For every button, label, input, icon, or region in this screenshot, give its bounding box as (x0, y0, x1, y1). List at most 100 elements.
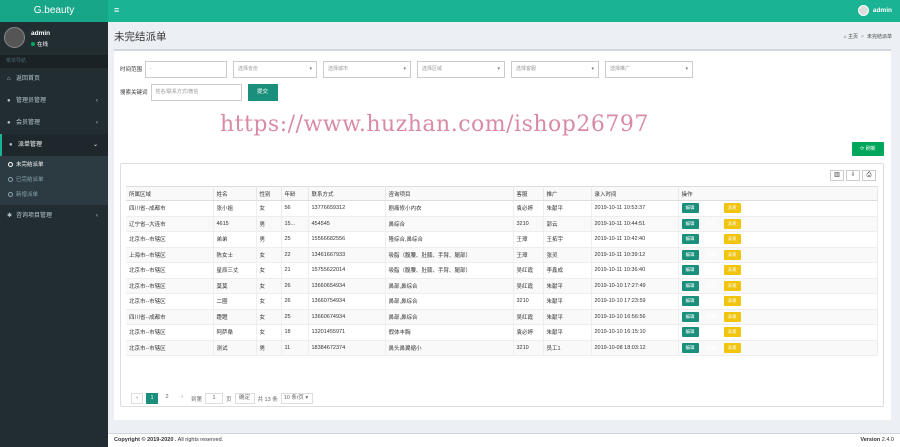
app-logo[interactable]: G.beauty (0, 0, 108, 22)
table-cell: 北京市--市辖区 (126, 278, 214, 294)
dispatch-button[interactable]: 派发 (723, 296, 741, 307)
print-icon[interactable]: ⎙ (862, 170, 876, 181)
delete-button[interactable]: 删除 (703, 296, 720, 306)
table-cell: 朱献平 (543, 278, 592, 294)
table-cell: 女 (256, 262, 282, 279)
keyword-input[interactable]: 姓名/联系方式/微信 (150, 83, 242, 101)
sidebar-item-label: 管理员管理 (16, 98, 47, 104)
table-cell: 2019-10-11 10:36:40 (591, 262, 679, 279)
goto-confirm-button[interactable]: 确定 (234, 393, 255, 404)
delete-button[interactable]: 删除 (703, 219, 720, 229)
menu-toggle-icon[interactable]: ≡ (114, 5, 119, 15)
goto-page-input[interactable]: 1 (205, 393, 224, 404)
columns-icon[interactable]: ▥ (830, 170, 844, 181)
delete-button[interactable]: 删除 (703, 250, 720, 260)
submit-button[interactable]: 提交 (247, 83, 278, 101)
district-select[interactable]: 选择区域 ▾ (417, 60, 506, 78)
table-cell: 13201455971 (308, 324, 386, 341)
chevron-left-icon: ‹ (96, 98, 98, 104)
breadcrumb-separator: > (861, 34, 864, 40)
table-cell: 辽宁省--大连市 (126, 216, 214, 232)
top-navbar: ≡ admin (108, 0, 900, 22)
time-range-input[interactable]: - (145, 60, 228, 78)
total-count: 共 13 条 (257, 396, 278, 403)
sidebar-item-home[interactable]: ⌂ 返回首页 (0, 68, 108, 90)
page-size-select[interactable]: 10 条/页 ▾ (280, 393, 313, 404)
edit-button[interactable]: 编辑 (681, 218, 699, 229)
dispatch-button[interactable]: 派发 (723, 311, 741, 322)
delete-button[interactable]: 删除 (703, 203, 720, 213)
dispatch-button[interactable]: 派发 (723, 280, 741, 291)
dispatch-button[interactable]: 派发 (723, 234, 741, 245)
delete-button[interactable]: 删除 (703, 327, 720, 337)
copyright: Copyright © 2019-2020 . All rights reser… (114, 434, 223, 447)
service-select[interactable]: 选择客服 ▾ (511, 60, 600, 78)
city-select[interactable]: 选择城市 ▾ (323, 60, 412, 78)
table-cell: 13776659312 (308, 200, 386, 217)
edit-button[interactable]: 编辑 (681, 311, 699, 322)
dispatch-button[interactable]: 派发 (723, 203, 741, 214)
col-service[interactable]: 客服 (513, 186, 544, 201)
table-cell: 莫莫 (213, 278, 257, 294)
table-cell: 四川省--成都市 (126, 200, 214, 217)
page-unit-label: 页 (226, 396, 232, 403)
col-contact[interactable]: 联系方式 (308, 186, 386, 201)
edit-button[interactable]: 编辑 (681, 280, 699, 291)
delete-button[interactable]: 删除 (703, 234, 720, 244)
user-panel: admin 在线 (0, 22, 108, 55)
next-page-button[interactable]: › (176, 393, 188, 404)
dispatch-button[interactable]: 派发 (723, 342, 741, 353)
delete-button[interactable]: 删除 (703, 265, 720, 275)
prev-page-button[interactable]: ‹ (131, 393, 143, 404)
col-name[interactable]: 姓名 (213, 186, 257, 201)
sidebar-item-member-management[interactable]: ● 会员管理 ‹ (0, 112, 108, 134)
edit-button[interactable]: 编辑 (681, 234, 699, 245)
page-1-button[interactable]: 1 (146, 393, 158, 404)
dispatch-button[interactable]: 派发 (723, 327, 741, 338)
table-row: 北京市--市辖区 阿萨桑女 18 13201455971 假体丰胸 袁必婷 朱献平 2019-… (126, 324, 878, 341)
sidebar-item-order-management[interactable]: ● 派单管理 ⌄ (0, 134, 108, 156)
edit-button[interactable]: 编辑 (681, 203, 699, 214)
province-select[interactable]: 选择省份 ▾ (233, 60, 318, 78)
table-row: 北京市--市辖区 二圈女 26 13660754934 鼻部,鼻综合 3210 朱献平 201… (126, 293, 878, 310)
breadcrumb-home[interactable]: 主页 (848, 34, 858, 40)
table-row: 北京市--市辖区 星辰三丈女 21 15755622014 吸脂（腹腰、肚腩、手臂、腿部… (126, 262, 878, 279)
col-project[interactable]: 咨询项目 (385, 186, 514, 201)
table-cell: 15... (281, 216, 309, 232)
sidebar-item-project-management[interactable]: ✱ 咨询项目管理 ‹ (0, 205, 108, 227)
sidebar-subitem-finished[interactable]: 已完结派单 (0, 173, 108, 188)
user-icon: ● (9, 142, 13, 148)
dispatch-button[interactable]: 派发 (723, 218, 741, 229)
edit-button[interactable]: 编辑 (681, 296, 699, 307)
chevron-left-icon: ‹ (96, 213, 98, 219)
table-cell: 郭云 (543, 216, 592, 232)
user-status-text: 在线 (37, 42, 49, 48)
col-promo[interactable]: 推广 (543, 186, 592, 201)
promo-select[interactable]: 选择推广 ▾ (605, 60, 694, 78)
delete-button[interactable]: 删除 (703, 281, 720, 291)
col-age[interactable]: 年龄 (281, 186, 309, 201)
col-gender[interactable]: 性别 (256, 186, 282, 201)
delete-button[interactable]: 删除 (703, 343, 720, 353)
table-cell: 四川省--成都市 (126, 309, 214, 325)
edit-button[interactable]: 编辑 (681, 342, 699, 353)
refresh-button[interactable]: ⟳ 刷新 (852, 142, 884, 156)
edit-button[interactable]: 编辑 (681, 327, 699, 338)
sidebar-subitem-unfinished[interactable]: 未完结派单 (0, 158, 108, 173)
circle-icon (8, 162, 13, 168)
col-region[interactable]: 所属区域 (126, 186, 214, 201)
export-icon[interactable]: ⇩ (846, 170, 860, 181)
sidebar-subitem-new-order[interactable]: 新增派单 (0, 188, 108, 203)
delete-button[interactable]: 删除 (703, 312, 720, 322)
dispatch-button[interactable]: 派发 (723, 249, 741, 260)
footer: Copyright © 2019-2020 . All rights reser… (108, 433, 900, 447)
row-actions: 编辑 删除 派发 (678, 293, 878, 310)
sidebar-item-admin-management[interactable]: ● 管理员管理 ‹ (0, 90, 108, 112)
edit-button[interactable]: 编辑 (681, 249, 699, 260)
edit-button[interactable]: 编辑 (681, 265, 699, 276)
row-actions: 编辑 删除 派发 (678, 247, 878, 263)
col-time[interactable]: 录入时间 (591, 186, 679, 201)
page-2-button[interactable]: 2 (161, 393, 173, 404)
dispatch-button[interactable]: 派发 (723, 265, 741, 276)
top-user-menu[interactable]: admin (857, 5, 892, 16)
